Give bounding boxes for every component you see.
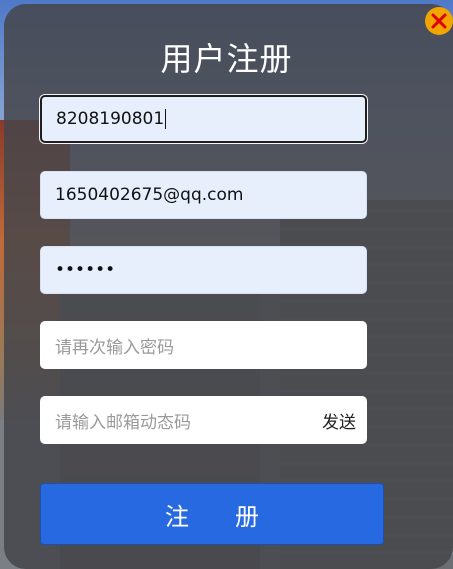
close-icon [431, 13, 447, 29]
confirm-password-input[interactable]: 请再次输入密码 [40, 321, 367, 369]
register-button[interactable]: 注 册 [40, 483, 384, 545]
close-button[interactable] [425, 7, 453, 35]
send-code-button[interactable]: 发送 [322, 397, 356, 443]
dialog-title: 用户注册 [160, 40, 293, 78]
text-caret [165, 109, 167, 129]
password-input[interactable]: •••••• [40, 246, 367, 294]
email-input[interactable]: 1650402675@qq.com [40, 171, 367, 219]
email-code-placeholder: 请输入邮箱动态码 [55, 412, 191, 433]
email-value: 1650402675@qq.com [55, 185, 244, 205]
email-code-input[interactable]: 请输入邮箱动态码 发送 [40, 396, 367, 444]
confirm-password-placeholder: 请再次输入密码 [55, 337, 174, 358]
username-input[interactable]: 8208190801 [40, 95, 367, 143]
username-value: 8208190801 [56, 109, 165, 129]
password-value: •••••• [55, 260, 116, 280]
